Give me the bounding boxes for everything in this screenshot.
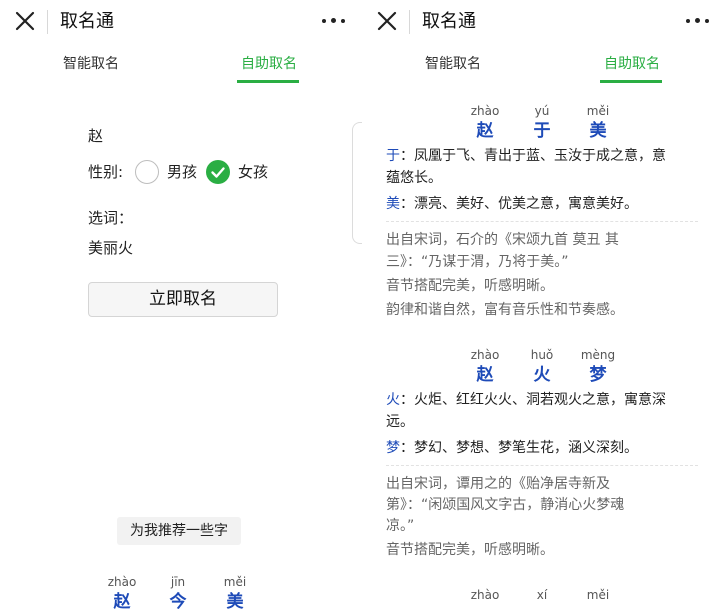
- tab-self-naming[interactable]: 自助取名: [604, 54, 660, 74]
- meaning-line: 远。: [386, 414, 414, 430]
- words-value[interactable]: 美丽火: [88, 238, 133, 258]
- dashed-divider: [386, 465, 698, 466]
- radio-girl[interactable]: [206, 160, 230, 184]
- source-line: 出自宋词，石介的《宋颂九首 莫丑 其: [386, 232, 619, 248]
- app-title: 取名通: [60, 11, 114, 32]
- top-bar: 取名通: [362, 0, 720, 44]
- name-char: 赵: [476, 121, 494, 141]
- more-icon[interactable]: [686, 13, 712, 29]
- meaning-line: 蕴悠长。: [386, 170, 442, 186]
- source-line: 出自宋词，谭用之的《贻净居寺新及: [386, 476, 610, 492]
- source-line: 第》：“闲颂国风文字古，静消心火梦魂: [386, 497, 625, 513]
- pinyin: zhào: [470, 348, 500, 362]
- pinyin: xí: [536, 588, 548, 602]
- meaning-char: 于: [386, 148, 400, 164]
- check-icon: [211, 167, 225, 178]
- name-char: 于: [533, 121, 551, 141]
- surname-value: 赵: [88, 127, 104, 145]
- radio-boy[interactable]: [135, 160, 159, 184]
- active-tab-indicator: [600, 80, 662, 83]
- pinyin: zhào: [107, 575, 137, 589]
- note-line: 音节搭配完美，听感明晰。: [386, 542, 554, 558]
- name-char: 美: [589, 121, 607, 141]
- close-icon[interactable]: [375, 9, 399, 33]
- pinyin: měi: [586, 588, 610, 602]
- name-char: 今: [169, 592, 187, 610]
- name-char: 赵: [113, 592, 131, 610]
- name-char: 赵: [476, 365, 494, 385]
- self-naming-form-panel: 取名通 智能取名 自助取名 赵 性别: 男孩 女孩 选词： 美丽火 立即取名 为…: [0, 0, 362, 610]
- top-bar: 取名通: [0, 0, 362, 44]
- divider: [47, 10, 48, 34]
- submit-naming-button[interactable]: 立即取名: [88, 282, 278, 317]
- pinyin: yú: [534, 104, 550, 118]
- tab-self-naming[interactable]: 自助取名: [241, 54, 297, 74]
- meaning-line: 火：火炬、红红火火、洞若观火之意，寓意深: [386, 392, 666, 408]
- pinyin: zhào: [470, 588, 500, 602]
- pinyin: mèng: [580, 348, 616, 362]
- note-line: 韵律和谐自然，富有音乐性和节奏感。: [386, 302, 624, 318]
- dashed-divider: [386, 221, 698, 222]
- meaning-line: 梦：梦幻、梦想、梦笔生花，涵义深刻。: [386, 440, 638, 456]
- meaning-char: 火: [386, 392, 400, 408]
- active-tab-indicator: [237, 80, 299, 83]
- meaning-line: 美：漂亮、美好、优美之意，寓意美好。: [386, 196, 638, 212]
- gender-label: 性别:: [88, 163, 124, 181]
- app-title: 取名通: [422, 11, 476, 32]
- name-char: 火: [533, 365, 551, 385]
- meaning-line: 于：凤凰于飞、青出于蓝、玉汝于成之意，意: [386, 148, 666, 164]
- pinyin: měi: [586, 104, 610, 118]
- meaning-char: 美: [386, 196, 400, 212]
- divider: [409, 10, 410, 34]
- naming-results-panel: 取名通 智能取名 自助取名 zhào 赵 yú 于 měi 美 于：凤凰于飞、青…: [362, 0, 720, 610]
- more-icon[interactable]: [322, 13, 348, 29]
- pinyin: zhào: [470, 104, 500, 118]
- tab-smart-naming[interactable]: 智能取名: [425, 54, 481, 74]
- source-line: 凉。”: [386, 518, 415, 534]
- radio-boy-label[interactable]: 男孩: [167, 162, 197, 182]
- name-char: 美: [226, 592, 244, 610]
- close-icon[interactable]: [13, 9, 37, 33]
- pinyin: měi: [223, 575, 247, 589]
- radio-girl-label[interactable]: 女孩: [238, 162, 268, 182]
- result-card-edge: [352, 122, 362, 244]
- pinyin: huǒ: [530, 348, 554, 362]
- words-label: 选词：: [88, 209, 134, 227]
- tab-smart-naming[interactable]: 智能取名: [63, 54, 119, 74]
- note-line: 音节搭配完美，听感明晰。: [386, 278, 554, 294]
- meaning-char: 梦: [386, 440, 400, 456]
- recommend-button[interactable]: 为我推荐一些字: [117, 517, 241, 545]
- source-line: 三》：“乃谋于渭，乃将于美。”: [386, 254, 569, 270]
- pinyin: jīn: [170, 575, 186, 589]
- name-char: 梦: [589, 365, 607, 385]
